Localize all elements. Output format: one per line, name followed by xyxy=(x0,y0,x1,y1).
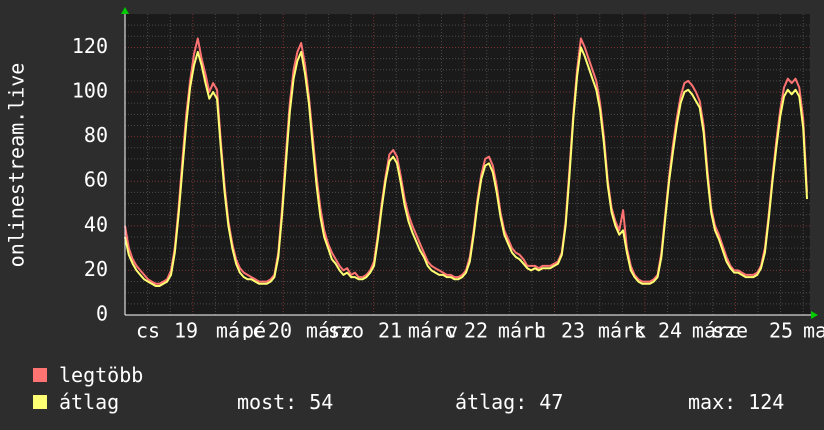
y-tick-label: 60 xyxy=(84,168,108,192)
y-axis-ticks: 0 20 40 60 80 100 120 xyxy=(72,34,108,326)
x-tick-label: cs xyxy=(136,319,160,341)
legend-label-legtobb: legtöbb xyxy=(59,363,144,387)
y-axis-arrow xyxy=(121,7,129,14)
x-tick-label: k xyxy=(634,319,646,341)
y-tick-label: 100 xyxy=(72,79,108,103)
legend-swatch-atlag xyxy=(33,395,47,409)
x-tick-label: h xyxy=(534,319,546,341)
stat-max: max: 124 xyxy=(688,390,785,414)
legend-swatch-legtobb xyxy=(33,368,47,382)
x-tick-label: 25 xyxy=(769,319,793,341)
line-chart: 020406080100120 cs 19 márcpé 20 márcszszo 21 m… xyxy=(5,7,824,341)
legend-item-legtobb: legtöbb xyxy=(33,363,144,387)
x-tick-label: szo xyxy=(328,319,364,341)
x-tick-label: sze xyxy=(712,319,748,341)
x-tick-label: 23 xyxy=(561,319,585,341)
x-tick-label: ma xyxy=(803,319,824,341)
y-tick-label: 80 xyxy=(84,123,108,147)
legend-label-atlag: átlag xyxy=(59,390,120,414)
y-tick-label: 120 xyxy=(72,34,108,58)
legend-item-atlag: átlag xyxy=(33,390,120,414)
x-tick-label: 22 xyxy=(464,319,488,341)
x-tick-label: 20 xyxy=(268,319,292,341)
stat-current: most: 54 xyxy=(237,390,334,414)
y-tick-label: 40 xyxy=(84,212,108,236)
stat-average: átlag: 47 xyxy=(455,390,564,414)
x-tick-label: 19 xyxy=(174,319,198,341)
y-axis-label: onlinestream.live xyxy=(5,63,29,268)
x-tick-label: pé xyxy=(242,319,266,341)
x-tick-label: 24 xyxy=(658,319,682,341)
y-tick-label: 0 xyxy=(96,302,108,326)
x-axis-ticks: cs 19 márcpé 20 márcszszo 21 márcv 22 márch 23 már… xyxy=(136,319,824,341)
x-tick-label: 21 xyxy=(378,319,402,341)
y-tick-label: 20 xyxy=(84,257,108,281)
x-tick-label: v xyxy=(446,319,458,341)
